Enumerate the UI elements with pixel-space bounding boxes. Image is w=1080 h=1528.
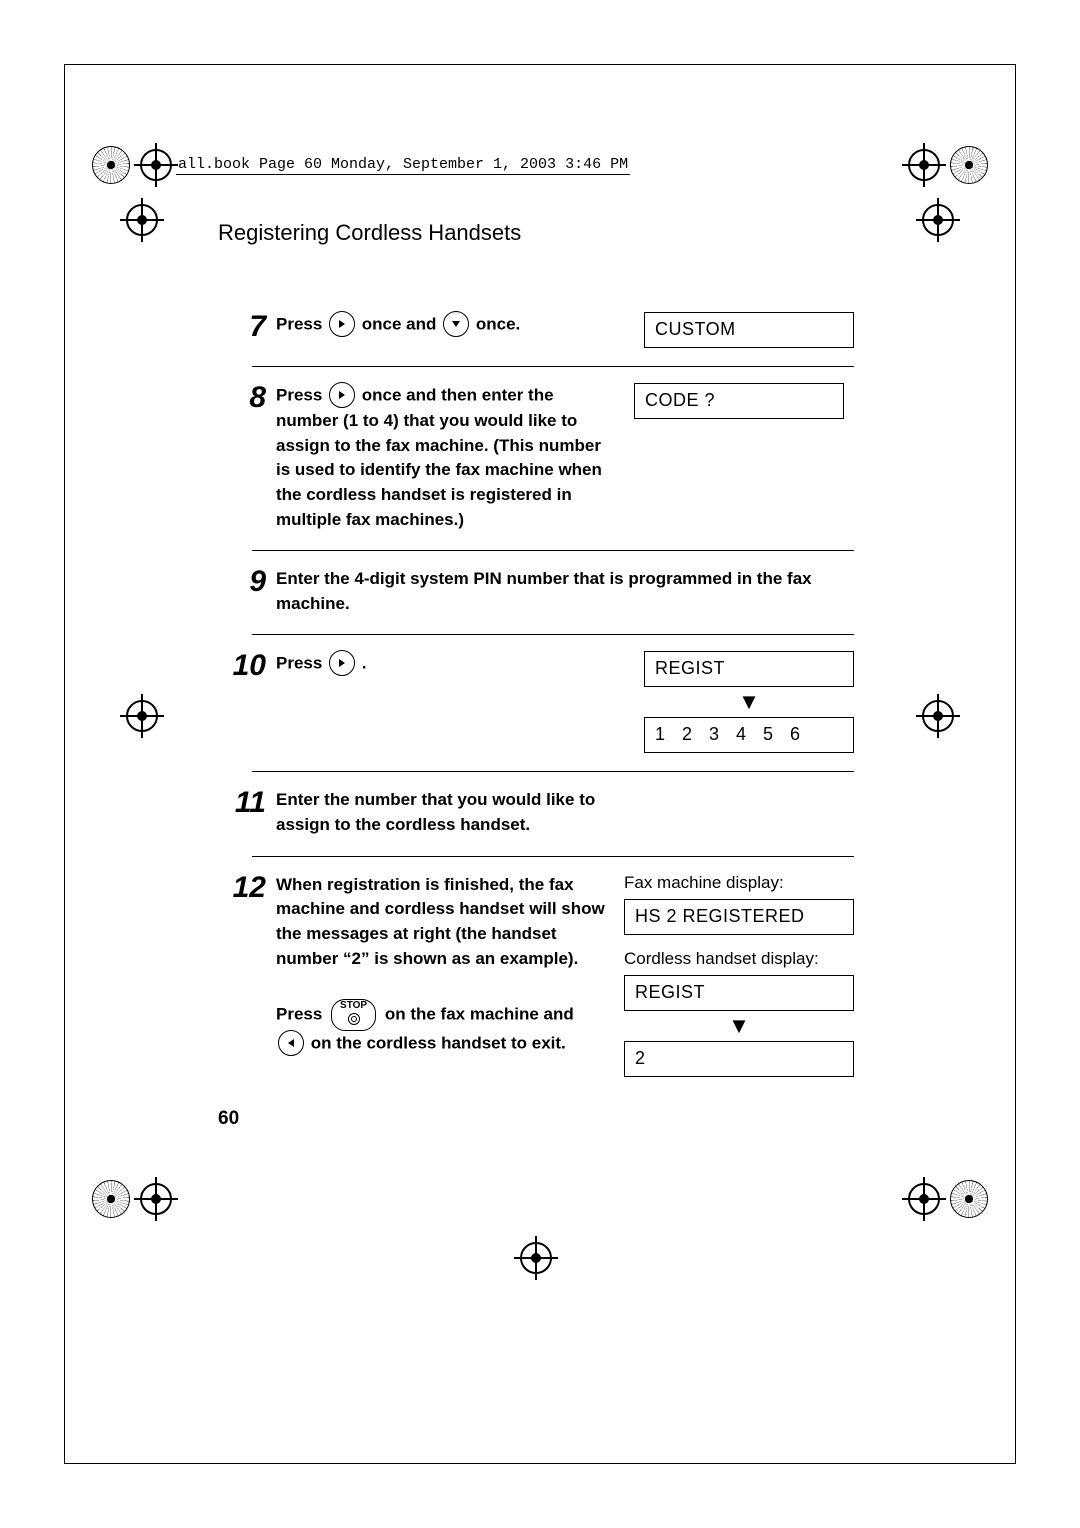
text-fragment: .: [362, 654, 367, 673]
crop-mark-side: [126, 700, 158, 732]
crop-mark-bottom-right: [908, 1180, 988, 1218]
crop-mark-bottom-center: [520, 1242, 552, 1274]
step-number: 7: [218, 312, 276, 342]
register-target-icon: [140, 149, 172, 181]
step-text: Enter the 4-digit system PIN number that…: [276, 567, 854, 616]
step-number: 11: [218, 788, 276, 818]
down-arrow-icon: [443, 311, 469, 337]
starburst-icon: [950, 1180, 988, 1218]
text-fragment: Press: [276, 314, 327, 333]
register-target-icon: [140, 1183, 172, 1215]
step-10: 10 Press . REGIST ▼ 1 2 3 4 5 6: [218, 635, 854, 771]
step-text: When registration is finished, the fax m…: [276, 873, 606, 1058]
text-fragment: Press: [276, 654, 327, 673]
page-number: 60: [218, 1108, 239, 1130]
text-fragment: When registration is finished, the fax m…: [276, 873, 606, 972]
step-number: 8: [218, 383, 276, 413]
stop-circle-icon: [348, 1013, 360, 1025]
text-fragment: once and then enter the number (1 to 4) …: [276, 385, 602, 528]
crop-mark-top-left: [92, 146, 172, 184]
text-fragment: on the cordless handset to exit.: [311, 1034, 566, 1053]
step-9: 9 Enter the 4-digit system PIN number th…: [218, 551, 854, 634]
text-fragment: Press: [276, 1005, 327, 1024]
lcd-display: CODE ?: [634, 383, 844, 419]
crop-mark-side: [922, 204, 954, 236]
starburst-icon: [92, 1180, 130, 1218]
step-display: Fax machine display: HS 2 REGISTERED Cor…: [606, 873, 854, 1077]
step-number: 10: [218, 651, 276, 681]
step-display: CUSTOM: [626, 312, 854, 348]
register-target-icon: [908, 1183, 940, 1215]
stop-label: STOP: [340, 1001, 367, 1011]
crop-mark-bottom-left: [92, 1180, 172, 1218]
step-number: 9: [218, 567, 276, 597]
step-display: REGIST ▼ 1 2 3 4 5 6: [626, 651, 854, 753]
section-title: Registering Cordless Handsets: [218, 220, 854, 246]
down-arrow-icon: ▼: [644, 691, 854, 713]
step-8: 8 Press once and then enter the number (…: [218, 367, 854, 550]
left-arrow-icon: [278, 1030, 304, 1056]
lcd-display: REGIST: [644, 651, 854, 687]
step-11: 11 Enter the number that you would like …: [218, 772, 854, 855]
crop-mark-side: [922, 700, 954, 732]
right-arrow-icon: [329, 311, 355, 337]
register-target-icon: [922, 204, 954, 236]
register-target-icon: [520, 1242, 552, 1274]
register-target-icon: [126, 700, 158, 732]
step-12: 12 When registration is finished, the fa…: [218, 857, 854, 1095]
right-arrow-icon: [329, 650, 355, 676]
page: all.book Page 60 Monday, September 1, 20…: [0, 0, 1080, 1528]
lcd-display: 2: [624, 1041, 854, 1077]
register-target-icon: [922, 700, 954, 732]
lcd-display: REGIST: [624, 975, 854, 1011]
register-target-icon: [908, 149, 940, 181]
step-7: 7 Press once and once. CUSTOM: [218, 296, 854, 366]
starburst-icon: [950, 146, 988, 184]
stop-button-icon: STOP: [331, 999, 376, 1031]
crop-info-text: all.book Page 60 Monday, September 1, 20…: [176, 156, 630, 175]
text-fragment: Press: [276, 385, 327, 404]
starburst-icon: [92, 146, 130, 184]
step-text: Press once and then enter the number (1 …: [276, 383, 616, 532]
lcd-display: 1 2 3 4 5 6: [644, 717, 854, 753]
text-fragment: once.: [476, 314, 520, 333]
step-text: Enter the number that you would like to …: [276, 788, 616, 837]
content-area: Registering Cordless Handsets 7 Press on…: [218, 220, 854, 1095]
down-arrow-icon: ▼: [624, 1015, 854, 1037]
display-label: Fax machine display:: [624, 873, 854, 893]
right-arrow-icon: [329, 382, 355, 408]
step-display: CODE ?: [616, 383, 844, 419]
lcd-display: HS 2 REGISTERED: [624, 899, 854, 935]
step-text: Press .: [276, 651, 626, 677]
step-number: 12: [218, 873, 276, 903]
step-text: Press once and once.: [276, 312, 626, 338]
crop-mark-top-right: [908, 146, 988, 184]
display-label: Cordless handset display:: [624, 949, 854, 969]
register-target-icon: [126, 204, 158, 236]
text-fragment: on the fax machine and: [385, 1005, 574, 1024]
text-fragment: once and: [362, 314, 441, 333]
text-fragment: Press STOP on the fax machine and on the…: [276, 999, 606, 1057]
crop-mark-side: [126, 204, 158, 236]
lcd-display: CUSTOM: [644, 312, 854, 348]
